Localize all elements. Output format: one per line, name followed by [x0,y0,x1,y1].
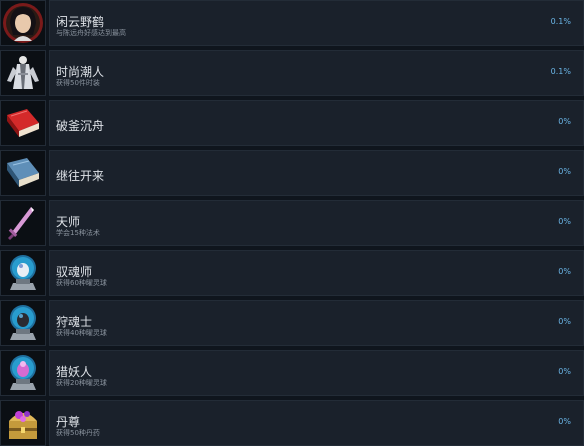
sword-icon [8,207,34,240]
achievement-icon-box [0,150,46,196]
achievement-percent: 0% [558,317,571,326]
achievement-list: 闲云野鹤 与陈远舟好感达到最高 0.1% 时尚潮人 获得50件时装 0.1% 破… [0,0,584,446]
achievement-percent: 0% [558,217,571,226]
achievement-description: 获得50种丹药 [56,429,100,437]
blue-book-icon [7,158,39,187]
achievement-panel: 狩魂士 获得40种曜灵球 0% [49,300,584,346]
achievement-icon-box [0,400,46,446]
achievement-row[interactable]: 丹尊 获得50种丹药 0% [0,400,584,446]
spirit-orb-icon [10,255,36,290]
achievement-description: 学会15种法术 [56,229,100,237]
achievement-row[interactable]: 天师 学会15种法术 0% [0,200,584,246]
red-book-icon [7,109,39,137]
spirit-orb-icon [10,355,36,390]
achievement-description: 与陈远舟好感达到最高 [56,29,126,37]
achievement-description: 获得40种曜灵球 [56,329,107,337]
achievement-row[interactable]: 继往开来 0% [0,150,584,196]
achievement-title: 继往开来 [56,169,105,183]
achievement-percent: 0% [558,267,571,276]
achievement-row[interactable]: 闲云野鹤 与陈远舟好感达到最高 0.1% [0,0,584,46]
achievement-row[interactable]: 狩魂士 获得40种曜灵球 0% [0,300,584,346]
achievement-icon-box [0,350,46,396]
achievement-row[interactable]: 破釜沉舟 0% [0,100,584,146]
achievement-icon-box [0,100,46,146]
achievement-percent: 0.1% [550,67,571,76]
achievement-percent: 0% [558,117,571,126]
achievement-panel: 闲云野鹤 与陈远舟好感达到最高 0.1% [49,0,584,46]
achievement-icon-box [0,50,46,96]
achievement-percent: 0% [558,367,571,376]
achievement-panel: 继往开来 0% [49,150,584,196]
spirit-orb-icon [10,305,36,340]
achievement-icon-box [0,0,46,46]
achievement-panel: 猎妖人 获得20种曜灵球 0% [49,350,584,396]
costume-figure-icon [7,56,39,89]
achievement-percent: 0.1% [550,17,571,26]
achievement-panel: 时尚潮人 获得50件时装 0.1% [49,50,584,96]
achievement-panel: 破釜沉舟 0% [49,100,584,146]
portrait-icon [3,3,43,43]
achievement-panel: 丹尊 获得50种丹药 0% [49,400,584,446]
achievement-description: 获得20种曜灵球 [56,379,107,387]
achievement-panel: 驭魂师 获得60种曜灵球 0% [49,250,584,296]
achievement-description: 获得50件时装 [56,79,100,87]
achievement-panel: 天师 学会15种法术 0% [49,200,584,246]
achievement-row[interactable]: 驭魂师 获得60种曜灵球 0% [0,250,584,296]
treasure-chest-icon [9,411,37,439]
achievement-icon-box [0,200,46,246]
achievement-title: 破釜沉舟 [56,119,105,133]
achievement-icon-box [0,300,46,346]
achievement-row[interactable]: 时尚潮人 获得50件时装 0.1% [0,50,584,96]
achievement-icon-box [0,250,46,296]
achievement-description: 获得60种曜灵球 [56,279,107,287]
achievement-row[interactable]: 猎妖人 获得20种曜灵球 0% [0,350,584,396]
achievement-percent: 0% [558,167,571,176]
achievement-percent: 0% [558,417,571,426]
